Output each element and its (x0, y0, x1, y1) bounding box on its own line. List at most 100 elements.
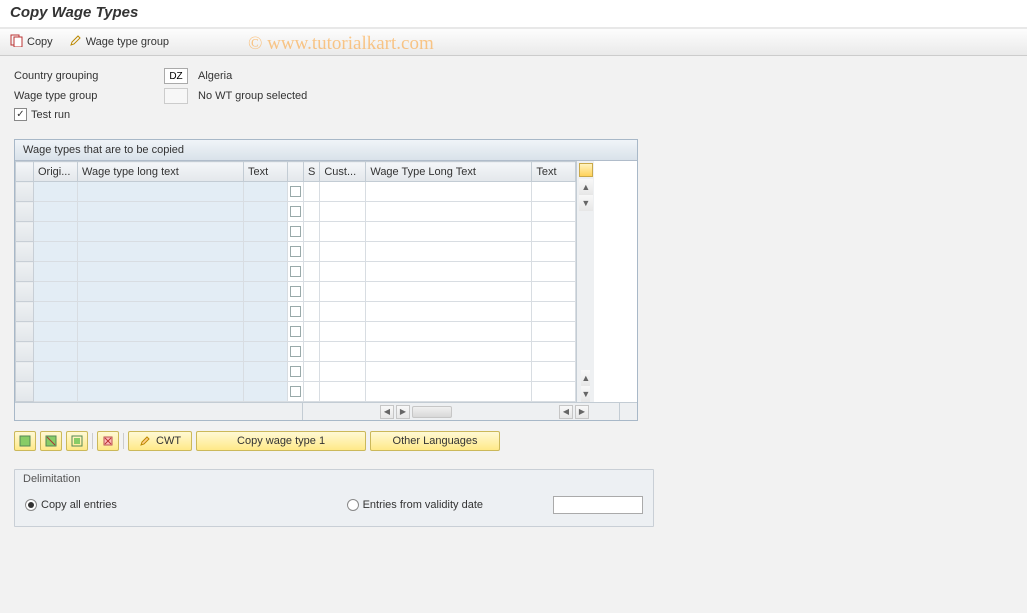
cell-text-1[interactable] (244, 382, 288, 402)
cell-origi[interactable] (34, 322, 78, 342)
cell-text-1[interactable] (244, 222, 288, 242)
cell-cust[interactable] (320, 342, 366, 362)
scroll-up-icon[interactable]: ▲ (579, 179, 593, 195)
table-row[interactable] (16, 322, 576, 342)
table-row[interactable] (16, 282, 576, 302)
cell-origi[interactable] (34, 222, 78, 242)
cell-long-text-2[interactable] (366, 282, 532, 302)
test-run-checkbox[interactable]: ✓ (14, 108, 27, 121)
col-chk[interactable] (288, 162, 304, 182)
validity-date-input[interactable] (553, 496, 643, 514)
row-selector[interactable] (16, 302, 34, 322)
row-selector[interactable] (16, 362, 34, 382)
row-selector[interactable] (16, 322, 34, 342)
cell-long-text-1[interactable] (78, 202, 244, 222)
cell-s[interactable] (304, 382, 320, 402)
radio-copy-all[interactable] (25, 499, 37, 511)
cell-text-1[interactable] (244, 242, 288, 262)
cell-s[interactable] (304, 342, 320, 362)
cell-chk[interactable] (288, 382, 304, 402)
cell-cust[interactable] (320, 382, 366, 402)
table-row[interactable] (16, 382, 576, 402)
cell-origi[interactable] (34, 282, 78, 302)
table-row[interactable] (16, 262, 576, 282)
cell-long-text-1[interactable] (78, 182, 244, 202)
cell-chk[interactable] (288, 322, 304, 342)
cell-long-text-1[interactable] (78, 282, 244, 302)
table-row[interactable] (16, 362, 576, 382)
deselect-all-button[interactable] (40, 431, 62, 451)
cwt-button[interactable]: CWT (128, 431, 192, 451)
row-checkbox[interactable] (290, 186, 301, 197)
scroll-down2-icon[interactable]: ▼ (581, 386, 590, 402)
cell-s[interactable] (304, 182, 320, 202)
cell-cust[interactable] (320, 362, 366, 382)
scroll-up2-icon[interactable]: ▲ (581, 370, 590, 386)
hscroll-right[interactable]: ◀ ▶ (529, 403, 619, 420)
hscroll-right-prev-icon[interactable]: ◀ (559, 405, 573, 419)
cell-long-text-1[interactable] (78, 342, 244, 362)
col-wage-type-long-text-1[interactable]: Wage type long text (78, 162, 244, 182)
cell-text-2[interactable] (532, 382, 576, 402)
cell-text-2[interactable] (532, 222, 576, 242)
row-selector[interactable] (16, 342, 34, 362)
table-row[interactable] (16, 342, 576, 362)
cell-text-1[interactable] (244, 302, 288, 322)
wage-type-group-input[interactable] (164, 88, 188, 104)
row-checkbox[interactable] (290, 246, 301, 257)
cell-long-text-1[interactable] (78, 302, 244, 322)
table-row[interactable] (16, 242, 576, 262)
col-cust[interactable]: Cust... (320, 162, 366, 182)
cell-text-2[interactable] (532, 262, 576, 282)
cell-long-text-1[interactable] (78, 242, 244, 262)
cell-cust[interactable] (320, 302, 366, 322)
selection-button[interactable] (66, 431, 88, 451)
row-checkbox[interactable] (290, 306, 301, 317)
cell-long-text-2[interactable] (366, 342, 532, 362)
cell-text-1[interactable] (244, 262, 288, 282)
cell-s[interactable] (304, 242, 320, 262)
cell-text-2[interactable] (532, 242, 576, 262)
cell-chk[interactable] (288, 202, 304, 222)
cell-long-text-1[interactable] (78, 322, 244, 342)
cell-chk[interactable] (288, 362, 304, 382)
cell-chk[interactable] (288, 182, 304, 202)
cell-origi[interactable] (34, 302, 78, 322)
row-selector[interactable] (16, 262, 34, 282)
row-selector[interactable] (16, 242, 34, 262)
cell-cust[interactable] (320, 182, 366, 202)
cell-cust[interactable] (320, 282, 366, 302)
col-origi[interactable]: Origi... (34, 162, 78, 182)
cell-long-text-2[interactable] (366, 222, 532, 242)
cell-origi[interactable] (34, 362, 78, 382)
col-s[interactable]: S (304, 162, 320, 182)
cell-origi[interactable] (34, 262, 78, 282)
cell-text-2[interactable] (532, 202, 576, 222)
cell-text-2[interactable] (532, 342, 576, 362)
cell-long-text-2[interactable] (366, 182, 532, 202)
cell-cust[interactable] (320, 222, 366, 242)
delete-row-button[interactable] (97, 431, 119, 451)
select-all-button[interactable] (14, 431, 36, 451)
cell-origi[interactable] (34, 242, 78, 262)
cell-cust[interactable] (320, 202, 366, 222)
hscroll-left-prev-icon[interactable]: ◀ (380, 405, 394, 419)
cell-s[interactable] (304, 222, 320, 242)
cell-cust[interactable] (320, 322, 366, 342)
col-selector[interactable] (16, 162, 34, 182)
copy-wage-type-1-button[interactable]: Copy wage type 1 (196, 431, 366, 451)
vertical-scrollbar[interactable]: ▲ ▼ ▲ ▼ (576, 161, 594, 402)
cell-origi[interactable] (34, 202, 78, 222)
wage-type-group-button[interactable]: Wage type group (69, 34, 169, 50)
row-selector[interactable] (16, 182, 34, 202)
row-checkbox[interactable] (290, 366, 301, 377)
col-text-1[interactable]: Text (244, 162, 288, 182)
cell-chk[interactable] (288, 262, 304, 282)
cell-long-text-1[interactable] (78, 222, 244, 242)
cell-origi[interactable] (34, 182, 78, 202)
row-selector[interactable] (16, 382, 34, 402)
cell-chk[interactable] (288, 342, 304, 362)
cell-long-text-1[interactable] (78, 362, 244, 382)
cell-s[interactable] (304, 282, 320, 302)
other-languages-button[interactable]: Other Languages (370, 431, 500, 451)
